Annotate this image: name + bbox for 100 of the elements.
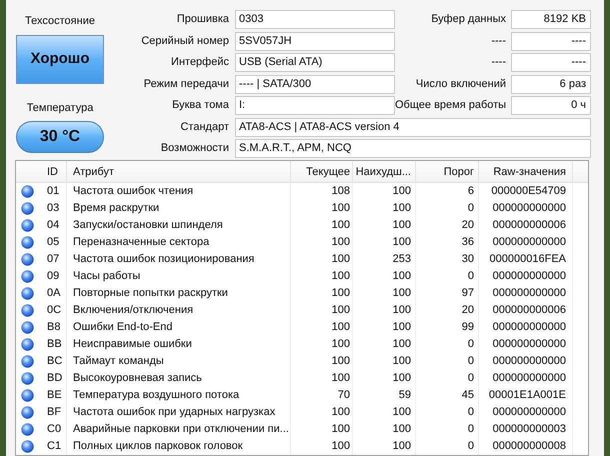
table-cell: 59 (353, 387, 416, 404)
table-cell: 70 (291, 387, 353, 404)
status-orb-icon (21, 202, 34, 215)
attribute-row[interactable]: BB Неисправимые ошибки 100 100 0 000000000000 (16, 336, 588, 353)
field-value: I: (235, 96, 395, 115)
table-cell: 36 (416, 234, 479, 251)
table-cell: 20 (416, 217, 479, 234)
table-cell: 09 (39, 268, 67, 285)
table-cell: 6 (416, 183, 479, 200)
table-cell: 000000000008 (479, 438, 573, 455)
attribute-row[interactable]: BD Высокоуровневая запись 100 100 0 000000000000 (16, 370, 588, 387)
column-header[interactable]: Атрибут (67, 161, 291, 182)
attribute-row[interactable]: BF Частота ошибок при ударных нагрузках 100 100 0 000000000000 (16, 404, 588, 421)
table-cell: 97 (416, 285, 479, 302)
table-cell: Запуски/остановки шпинделя (67, 217, 291, 234)
status-orb-icon (21, 372, 34, 385)
attribute-row[interactable]: 01 Частота ошибок чтения 108 100 6 000000E54709 (16, 183, 588, 200)
attribute-row[interactable]: 07 Частота ошибок позиционирования 100 253 30 000000016FEA (16, 251, 588, 268)
attribute-row[interactable]: 04 Запуски/остановки шпинделя 100 100 20 000000000006 (16, 217, 588, 234)
attribute-row[interactable]: C1 Полных циклов парковок головок 100 100 0 000000000008 (16, 438, 588, 455)
attribute-row[interactable]: C0 Аварийные парковки при отключении пи... 100 100 0 000000000003 (16, 421, 588, 438)
column-header[interactable]: ID (39, 161, 67, 182)
table-cell: 000000000000 (479, 336, 573, 353)
field-value: USB (Serial ATA) (235, 53, 395, 72)
table-cell: 100 (291, 302, 353, 319)
status-orb-icon (21, 423, 34, 436)
table-cell: 000000000000 (479, 353, 573, 370)
field-label: Число включений (414, 76, 507, 92)
status-orb-icon (21, 440, 34, 453)
table-cell: Температура воздушного потока (67, 387, 291, 404)
table-cell: 100 (353, 268, 416, 285)
table-cell: 01 (39, 183, 67, 200)
table-cell: 0 (416, 200, 479, 217)
table-cell: 100 (353, 200, 416, 217)
table-cell: 0 (416, 438, 479, 455)
table-cell: 100 (353, 319, 416, 336)
table-cell: BF (39, 404, 67, 421)
table-cell: 100 (291, 370, 353, 387)
field-label: Буква тома (171, 98, 230, 114)
table-cell: 100 (353, 183, 416, 200)
status-orb-icon (21, 287, 34, 300)
attribute-row[interactable]: B8 Ошибки End-to-End 100 100 99 000000000000 (16, 319, 588, 336)
attribute-row[interactable]: 05 Переназначенные сектора 100 100 36 000000000000 (16, 234, 588, 251)
table-cell: 0 (416, 421, 479, 438)
field-value: ATA8-ACS | ATA8-ACS version 4 (235, 118, 591, 136)
field-value: 0303 (235, 10, 395, 29)
table-cell: 0 (416, 268, 479, 285)
table-cell: 100 (353, 234, 416, 251)
health-status-button[interactable]: Хорошо (16, 34, 104, 84)
attribute-row[interactable]: 0A Повторные попытки раскрутки 100 100 97 000000000000 (16, 285, 588, 302)
table-cell: 253 (353, 251, 416, 268)
table-cell: 000000000000 (479, 319, 573, 336)
table-cell: BC (39, 353, 67, 370)
table-cell: Полных циклов парковок головок (67, 438, 291, 455)
status-orb-icon (21, 270, 34, 283)
field-value: 0 ч (511, 96, 591, 115)
table-cell: Ошибки End-to-End (67, 319, 291, 336)
table-cell: 20 (416, 302, 479, 319)
table-cell: Аварийные парковки при отключении пи... (67, 421, 291, 438)
table-cell: 100 (353, 370, 416, 387)
field-value: 5SV057JH (235, 32, 395, 50)
table-cell: 45 (416, 387, 479, 404)
status-orb-icon (21, 185, 34, 198)
attribute-row[interactable]: 09 Часы работы 100 100 0 000000000000 (16, 268, 588, 285)
table-cell: Частота ошибок чтения (67, 183, 291, 200)
table-cell: 000000000000 (479, 285, 573, 302)
field-label: Возможности (160, 141, 230, 156)
attribute-row[interactable]: BC Таймаут команды 100 100 0 000000000000 (16, 353, 588, 370)
table-cell: 05 (39, 234, 67, 251)
column-header[interactable]: Наихудш... (353, 161, 416, 182)
table-cell: 100 (353, 421, 416, 438)
table-cell: Таймаут команды (67, 353, 291, 370)
table-cell: 0C (39, 302, 67, 319)
field-value: 6 раз (511, 74, 591, 94)
field-value: ---- | SATA/300 (235, 74, 395, 94)
table-cell: 000000000006 (479, 302, 573, 319)
attribute-row[interactable]: 0C Включения/отключения 100 100 20 000000000006 (16, 302, 588, 319)
table-cell: 00001E1A001E (479, 387, 573, 404)
column-header[interactable]: Текущее (291, 161, 353, 182)
column-header[interactable]: Raw-значения (479, 161, 573, 182)
temperature-label: Температура (26, 100, 94, 116)
table-cell: Включения/отключения (67, 302, 291, 319)
table-cell: C0 (39, 421, 67, 438)
field-label: Стандарт (179, 120, 230, 135)
table-cell: 000000000003 (479, 421, 573, 438)
field-label: Интерфейс (170, 55, 230, 70)
table-cell: 100 (353, 336, 416, 353)
table-cell: 100 (291, 438, 353, 455)
attribute-row[interactable]: 03 Время раскрутки 100 100 0 000000000000 (16, 200, 588, 217)
table-cell: Частота ошибок позиционирования (67, 251, 291, 268)
table-cell: 100 (353, 285, 416, 302)
table-cell: 99 (416, 319, 479, 336)
table-cell: 100 (291, 268, 353, 285)
status-orb-icon (21, 389, 34, 402)
table-cell: C1 (39, 438, 67, 455)
attribute-row[interactable]: BE Температура воздушного потока 70 59 45 00001E1A001E (16, 387, 588, 404)
field-label: ---- (490, 34, 507, 49)
table-cell: 100 (353, 302, 416, 319)
column-header[interactable]: Порог (416, 161, 479, 182)
table-cell: 100 (291, 285, 353, 302)
